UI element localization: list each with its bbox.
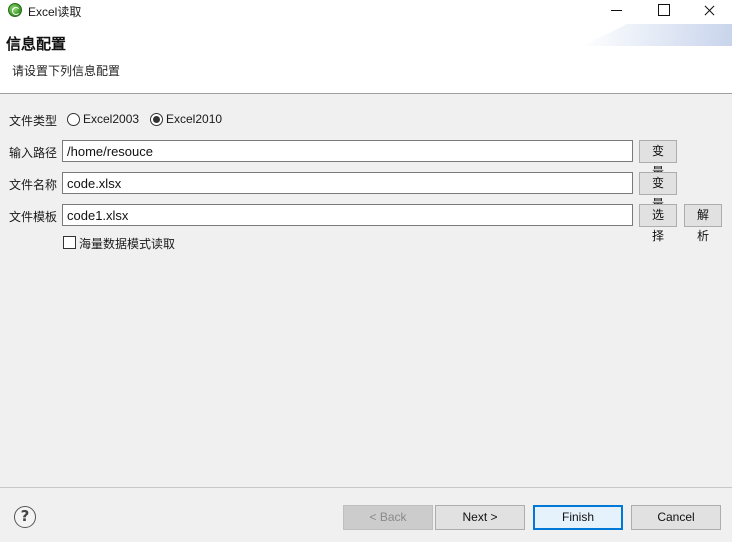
file-template-label: 文件模板 (9, 210, 58, 224)
window-title: Excel读取 (28, 5, 82, 19)
input-path-variable-button[interactable]: 变 量 (639, 140, 677, 179)
title-bar: Excel读取 (0, 0, 732, 22)
cancel-button[interactable]: Cancel (631, 505, 721, 530)
input-path-field[interactable] (62, 140, 633, 162)
header-banner-graphic (582, 24, 732, 46)
massive-data-checkbox[interactable] (63, 236, 76, 249)
file-template-parse-button[interactable]: 解 析 (684, 204, 722, 243)
back-button[interactable]: < Back (343, 505, 433, 530)
file-template-select-button[interactable]: 选 择 (639, 204, 677, 243)
minimize-icon[interactable] (594, 0, 640, 22)
radio-excel2003-label[interactable]: Excel2003 (83, 112, 139, 126)
maximize-icon[interactable] (640, 0, 686, 22)
radio-excel2010-label[interactable]: Excel2010 (166, 112, 222, 126)
help-icon[interactable]: ? (14, 506, 36, 528)
input-path-label: 输入路径 (9, 146, 58, 160)
wizard-header: 信息配置 请设置下列信息配置 (0, 22, 732, 94)
file-type-label: 文件类型 (9, 114, 58, 128)
massive-data-label[interactable]: 海量数据模式读取 (79, 235, 175, 252)
footer-divider (0, 487, 732, 488)
page-title: 信息配置 (6, 36, 67, 53)
radio-excel2010[interactable] (150, 113, 163, 126)
file-name-label: 文件名称 (9, 178, 58, 192)
file-name-field[interactable] (62, 172, 633, 194)
app-icon (8, 3, 22, 17)
file-template-field[interactable] (62, 204, 633, 226)
file-name-variable-button[interactable]: 变 量 (639, 172, 677, 211)
page-description: 请设置下列信息配置 (12, 64, 121, 78)
radio-excel2003[interactable] (67, 113, 80, 126)
finish-button[interactable]: Finish (533, 505, 623, 530)
close-icon[interactable] (686, 0, 732, 22)
next-button[interactable]: Next > (435, 505, 525, 530)
